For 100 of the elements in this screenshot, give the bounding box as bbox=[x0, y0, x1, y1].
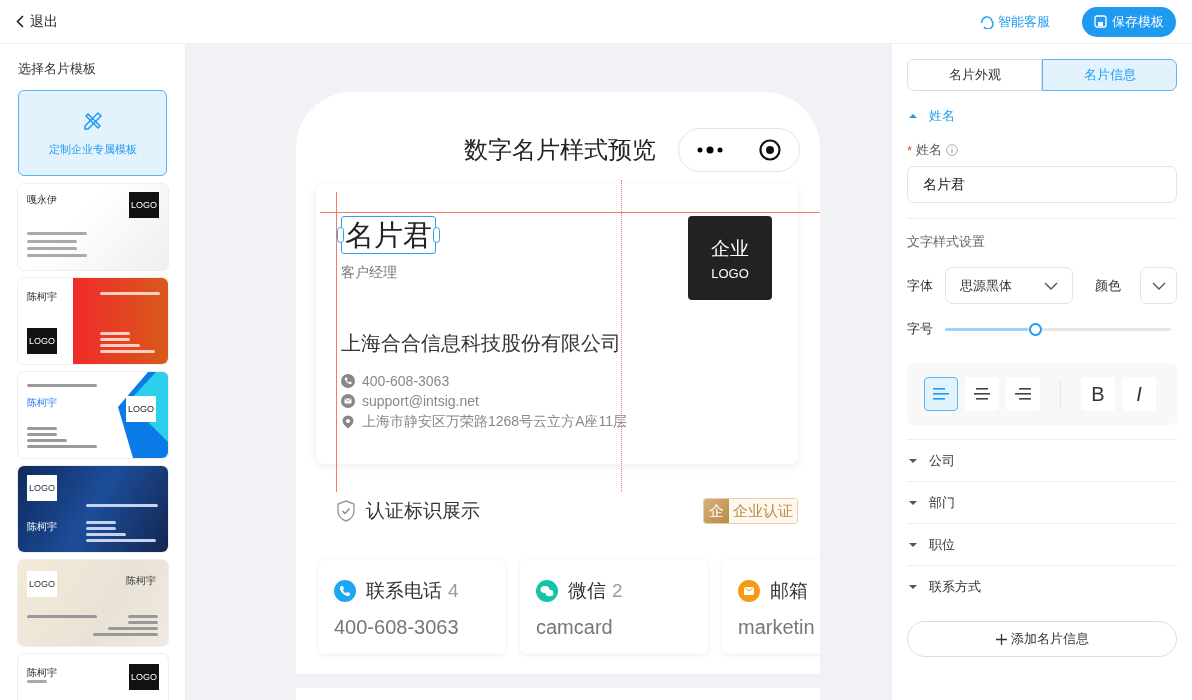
logo-placeholder: LOGO bbox=[129, 192, 159, 218]
color-label: 颜色 bbox=[1095, 276, 1121, 295]
template-thumbnail[interactable]: LOGO 陈柯宇 bbox=[18, 560, 168, 646]
card-company: 上海合合信息科技股份有限公司 bbox=[341, 331, 622, 356]
section-header[interactable]: 部门 bbox=[907, 481, 1177, 523]
font-label: 字体 bbox=[907, 276, 933, 295]
template-name: 陈柯宇 bbox=[126, 574, 156, 588]
contact-channel-card[interactable]: 联系电话 4 400-608-3063 bbox=[318, 560, 506, 654]
logo-text: 企业 bbox=[711, 236, 749, 261]
slider-thumb[interactable] bbox=[1029, 322, 1043, 336]
text-line-drawing bbox=[27, 615, 97, 618]
more-icon[interactable] bbox=[697, 146, 723, 154]
chevron-down-icon bbox=[1151, 281, 1166, 290]
contact-text: 上海市静安区万荣路1268号云立方A座11层 bbox=[362, 413, 627, 431]
expand-caret-icon bbox=[909, 541, 917, 548]
text-line-drawing bbox=[93, 633, 158, 636]
logo-placeholder: LOGO bbox=[27, 328, 57, 354]
size-label: 字号 bbox=[907, 320, 933, 338]
template-name: 陈柯宇 bbox=[27, 666, 57, 680]
close-target-icon[interactable] bbox=[759, 139, 781, 161]
panel-tab[interactable]: 名片外观 bbox=[907, 59, 1042, 91]
enterprise-certified-badge: 企 企业认证 bbox=[703, 498, 798, 524]
font-select[interactable]: 思源黑体 bbox=[945, 267, 1073, 304]
text-line-drawing bbox=[100, 332, 130, 335]
template-name: 陈柯宇 bbox=[27, 520, 57, 534]
color-select[interactable] bbox=[1140, 267, 1177, 304]
text-line-drawing bbox=[27, 247, 77, 250]
field-label: 姓名 bbox=[916, 141, 943, 159]
info-icon bbox=[946, 144, 959, 156]
channel-count: 2 bbox=[612, 580, 623, 602]
text-line-drawing bbox=[27, 240, 77, 243]
text-line-drawing bbox=[86, 504, 158, 507]
style-settings-title: 文字样式设置 bbox=[907, 233, 986, 251]
text-line-drawing bbox=[86, 533, 126, 536]
template-thumbnail[interactable]: 嘎永伊 LOGO bbox=[18, 184, 168, 270]
logo-placeholder: LOGO bbox=[129, 664, 159, 690]
channel-label: 微信 bbox=[568, 579, 606, 603]
card-job-title: 客户经理 bbox=[341, 264, 398, 282]
chat-icon bbox=[536, 580, 558, 602]
text-line-drawing bbox=[128, 621, 158, 624]
resize-handle[interactable] bbox=[433, 227, 440, 243]
expand-caret-icon bbox=[909, 457, 917, 464]
text-line-drawing bbox=[100, 344, 140, 347]
contact-text: support@intsig.net bbox=[362, 393, 479, 409]
phone-icon bbox=[334, 580, 356, 602]
save-icon bbox=[1094, 15, 1107, 28]
text-line-drawing bbox=[100, 350, 155, 353]
channel-value: marketin bbox=[738, 616, 816, 639]
text-line-drawing bbox=[27, 384, 97, 387]
text-line-drawing bbox=[27, 439, 67, 442]
italic-button[interactable]: I bbox=[1122, 377, 1156, 411]
text-line-drawing bbox=[100, 292, 160, 295]
bold-button[interactable]: B bbox=[1081, 377, 1115, 411]
text-line-drawing bbox=[108, 627, 158, 630]
text-line-drawing bbox=[27, 445, 97, 448]
required-mark: * bbox=[907, 142, 913, 158]
align-right-icon bbox=[1015, 388, 1031, 400]
phone-icon bbox=[341, 374, 355, 388]
text-line-drawing bbox=[27, 680, 47, 683]
sidebar-title: 选择名片模板 bbox=[18, 60, 97, 78]
location-pin-icon bbox=[341, 415, 355, 429]
template-thumbnail[interactable]: 陈柯宇 LOGO bbox=[18, 278, 168, 364]
back-button[interactable]: 退出 bbox=[16, 12, 58, 31]
contact-channel-card[interactable]: 微信 2 camcard bbox=[520, 560, 708, 654]
text-line-drawing bbox=[86, 539, 156, 542]
logo-placeholder: LOGO bbox=[27, 571, 57, 597]
contact-text: 400-608-3063 bbox=[362, 373, 450, 389]
collapse-caret-icon bbox=[909, 113, 917, 119]
text-line-drawing bbox=[27, 232, 87, 235]
channel-value: 400-608-3063 bbox=[334, 616, 460, 639]
section-header[interactable]: 职位 bbox=[907, 523, 1177, 565]
logo-text: LOGO bbox=[711, 265, 749, 281]
template-name: 陈柯宇 bbox=[27, 290, 57, 304]
preview-title: 数字名片样式预览 bbox=[464, 135, 656, 165]
expand-caret-icon bbox=[909, 583, 917, 590]
channel-count: 4 bbox=[448, 580, 459, 602]
text-line-drawing bbox=[27, 433, 57, 436]
align-button[interactable] bbox=[1006, 377, 1040, 411]
font-size-slider[interactable] bbox=[945, 322, 1171, 336]
expand-caret-icon bbox=[909, 499, 917, 506]
align-left-icon bbox=[933, 388, 949, 400]
shield-check-icon bbox=[336, 500, 356, 522]
contact-channel-card[interactable]: 邮箱 marketin bbox=[722, 560, 820, 654]
channel-label: 邮箱 bbox=[770, 579, 808, 603]
section-header[interactable]: 公司 bbox=[907, 439, 1177, 481]
certification-label: 认证标识展示 bbox=[366, 499, 481, 523]
add-card-info-button[interactable]: 添加名片信息 bbox=[907, 621, 1177, 657]
logo-placeholder: LOGO bbox=[126, 396, 156, 422]
logo-placeholder: LOGO bbox=[27, 475, 57, 501]
text-line-drawing bbox=[86, 521, 116, 524]
section-header[interactable]: 联系方式 bbox=[907, 565, 1177, 607]
template-name: 嘎永伊 bbox=[27, 193, 57, 207]
name-input-field[interactable]: 名片君 bbox=[907, 166, 1177, 203]
template-thumbnail[interactable]: 陈柯宇 LOGO bbox=[18, 372, 168, 458]
align-center-icon bbox=[974, 388, 990, 400]
text-line-drawing bbox=[86, 527, 116, 530]
template-thumbnail[interactable]: LOGO 陈柯宇 bbox=[18, 466, 168, 552]
align-button[interactable] bbox=[965, 377, 999, 411]
text-line-drawing bbox=[100, 338, 130, 341]
channel-value: camcard bbox=[536, 616, 614, 639]
